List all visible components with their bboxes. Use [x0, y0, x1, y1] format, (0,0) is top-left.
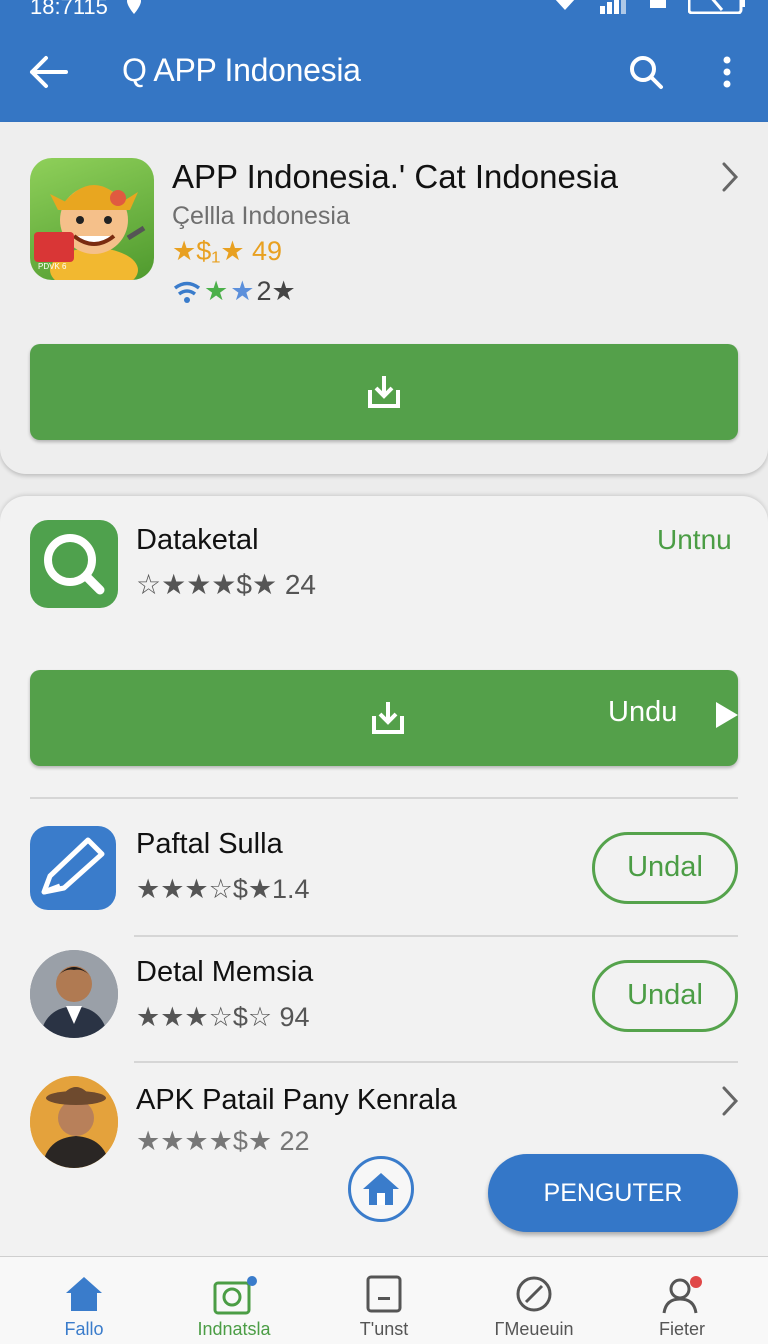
- nav-label: Indnatsla: [197, 1319, 271, 1339]
- featured-rating: ★$₁★ 49: [172, 236, 283, 266]
- more-vert-icon[interactable]: [716, 52, 738, 92]
- featured-download-button[interactable]: [30, 344, 738, 440]
- featured-developer: Çellla Indonesia: [172, 202, 350, 230]
- chevron-right-icon[interactable]: [716, 160, 744, 194]
- dataketal-rating: ☆★★★$★ 24: [136, 569, 317, 600]
- undal-button[interactable]: Undal: [592, 960, 738, 1032]
- nav-label: Fieter: [658, 1319, 705, 1339]
- icon-badge-text: PDVK 6: [38, 262, 67, 271]
- page-title: Q APP Indonesia: [122, 52, 361, 88]
- home-icon: [66, 1277, 102, 1311]
- blocked-icon: [516, 1276, 552, 1312]
- nav-item-indnatsla[interactable]: Indnatsla: [184, 1257, 284, 1344]
- list-item-rating: ★★★☆$☆ 94: [136, 1002, 310, 1032]
- list-item-title[interactable]: Paftal Sulla: [136, 828, 283, 861]
- download-icon: [368, 376, 400, 408]
- bottom-navigation: Fallo Indnatsla T'unst ΓMeueuin Fieter: [0, 1256, 768, 1344]
- location-icon: [127, 0, 141, 14]
- green-star-icon: ★: [204, 276, 229, 306]
- paftal-app-icon[interactable]: [30, 826, 116, 910]
- divider: [134, 935, 738, 937]
- dataketal-app-icon[interactable]: [30, 520, 118, 608]
- person-avatar-icon: [30, 950, 118, 1038]
- nav-label: ΓMeueuin: [494, 1319, 574, 1339]
- featured-app-title[interactable]: APP Indonesia.' Cat Indonesia: [172, 158, 618, 196]
- apk-avatar[interactable]: [30, 1076, 118, 1168]
- list-item-rating: ★★★★$★ 22: [136, 1126, 310, 1156]
- list-item-title[interactable]: APK Patail Pany Kenrala: [136, 1084, 457, 1117]
- download-icon: [372, 702, 404, 734]
- battery-icon: [688, 0, 745, 14]
- square-icon: [650, 0, 666, 8]
- status-time: 18:7115: [30, 0, 108, 19]
- tablet-icon: [366, 1275, 402, 1313]
- person-hat-avatar-icon: [30, 1076, 118, 1168]
- pencil-icon: [41, 837, 105, 895]
- status-icons: [552, 0, 746, 14]
- home-fab[interactable]: [348, 1156, 414, 1222]
- home-icon: [363, 1173, 399, 1205]
- featured-review-count: 2★: [256, 276, 296, 306]
- featured-reviews-row: ★ ★ 2★: [172, 276, 296, 307]
- person-notification-icon: [662, 1276, 702, 1314]
- undu-button[interactable]: Undu: [30, 670, 738, 766]
- back-arrow-icon[interactable]: [26, 52, 70, 92]
- nav-item-fieter[interactable]: Fieter: [632, 1257, 732, 1344]
- signal-icon: [600, 0, 626, 14]
- list-item-rating: ★★★☆$★1.4: [136, 874, 310, 904]
- list-item-title[interactable]: Detal Memsia: [136, 956, 313, 989]
- wifi-icon: [555, 0, 575, 10]
- title-bar: Q APP Indonesia: [0, 40, 768, 104]
- penguter-button[interactable]: PENGUTER: [488, 1154, 738, 1232]
- app-bar: 18:7115 Q APP Indonesia: [0, 0, 768, 125]
- nav-item-tunst[interactable]: T'unst: [334, 1257, 434, 1344]
- play-icon: [716, 702, 738, 728]
- status-bar: 18:7115: [0, 0, 768, 22]
- nav-item-fallo[interactable]: Fallo: [34, 1257, 134, 1344]
- nav-label: T'unst: [359, 1319, 409, 1339]
- divider: [134, 1061, 738, 1063]
- nav-item-meueuin[interactable]: ΓMeueuin: [484, 1257, 584, 1344]
- featured-app-icon[interactable]: PDVK 6: [30, 158, 154, 280]
- detal-avatar[interactable]: [30, 950, 118, 1038]
- dataketal-title[interactable]: Dataketal: [136, 524, 259, 557]
- undu-button-label: Undu: [608, 696, 678, 728]
- search-icon[interactable]: [626, 52, 666, 92]
- chevron-right-icon[interactable]: [716, 1084, 744, 1118]
- blue-star-icon: ★: [230, 276, 255, 306]
- magnifier-icon: [44, 534, 105, 595]
- dataketal-action-link[interactable]: Untnu: [657, 524, 732, 556]
- nav-label: Fallo: [64, 1319, 104, 1339]
- undal-button[interactable]: Undal: [592, 832, 738, 904]
- apps-badge-icon: [213, 1276, 257, 1315]
- divider: [30, 797, 738, 799]
- wifi-rating-icon: [173, 281, 201, 303]
- mascot-icon: PDVK 6: [34, 185, 146, 280]
